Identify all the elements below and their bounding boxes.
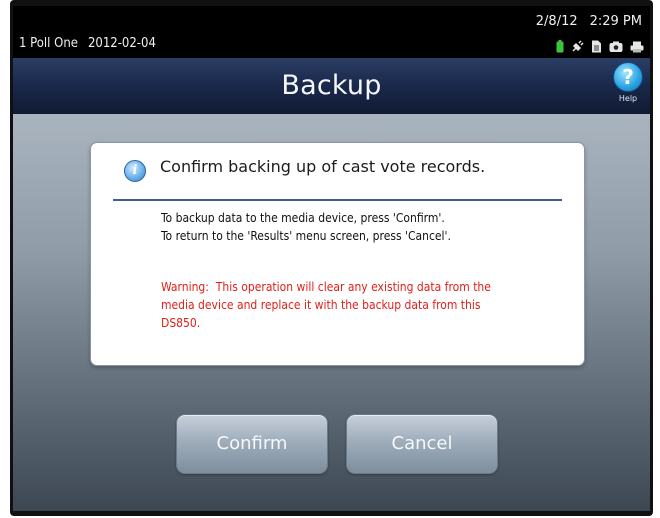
content-area: i Confirm backing up of cast vote record… <box>13 114 650 511</box>
info-icon: i <box>124 160 146 182</box>
current-time: 2:29 PM <box>589 14 642 29</box>
status-icons <box>556 40 644 53</box>
current-date: 2/8/12 <box>535 14 578 29</box>
help-label: Help <box>618 94 638 103</box>
dialog-heading: Confirm backing up of cast vote records. <box>160 157 486 176</box>
warning-line: Warning: This operation will clear any e… <box>161 280 491 294</box>
page-title: Backup <box>281 70 382 101</box>
status-bar: 1 Poll One 2012-02-04 2/8/12 2:29 PM <box>13 6 650 58</box>
dialog-instructions: To backup data to the media device, pres… <box>161 209 561 245</box>
screen: 1 Poll One 2012-02-04 2/8/12 2:29 PM Backu… <box>13 6 650 511</box>
poll-name: 1 Poll One <box>19 36 78 51</box>
warning-line: DS850. <box>161 316 201 330</box>
cancel-button[interactable]: Cancel <box>346 414 498 474</box>
printer-icon <box>630 41 644 53</box>
warning-message: Warning: This operation will clear any e… <box>161 278 561 332</box>
warning-line: media device and replace it with the bac… <box>161 298 481 312</box>
help-button[interactable]: ? Help <box>612 62 644 110</box>
battery-icon <box>556 40 564 53</box>
confirm-button[interactable]: Confirm <box>176 414 328 474</box>
confirm-dialog: i Confirm backing up of cast vote record… <box>90 142 585 366</box>
camera-icon <box>609 41 623 53</box>
poll-date: 2012-02-04 <box>87 36 156 51</box>
datetime: 2/8/12 2:29 PM <box>524 14 642 29</box>
divider <box>113 199 562 201</box>
instruction-line: To backup data to the media device, pres… <box>161 211 445 225</box>
instruction-line: To return to the 'Results' menu screen, … <box>161 229 451 243</box>
help-icon: ? <box>613 62 643 92</box>
power-plug-icon <box>571 40 584 53</box>
title-bar: Backup ? Help <box>13 58 650 115</box>
poll-info: 1 Poll One 2012-02-04 <box>19 36 166 51</box>
document-icon <box>591 40 602 53</box>
